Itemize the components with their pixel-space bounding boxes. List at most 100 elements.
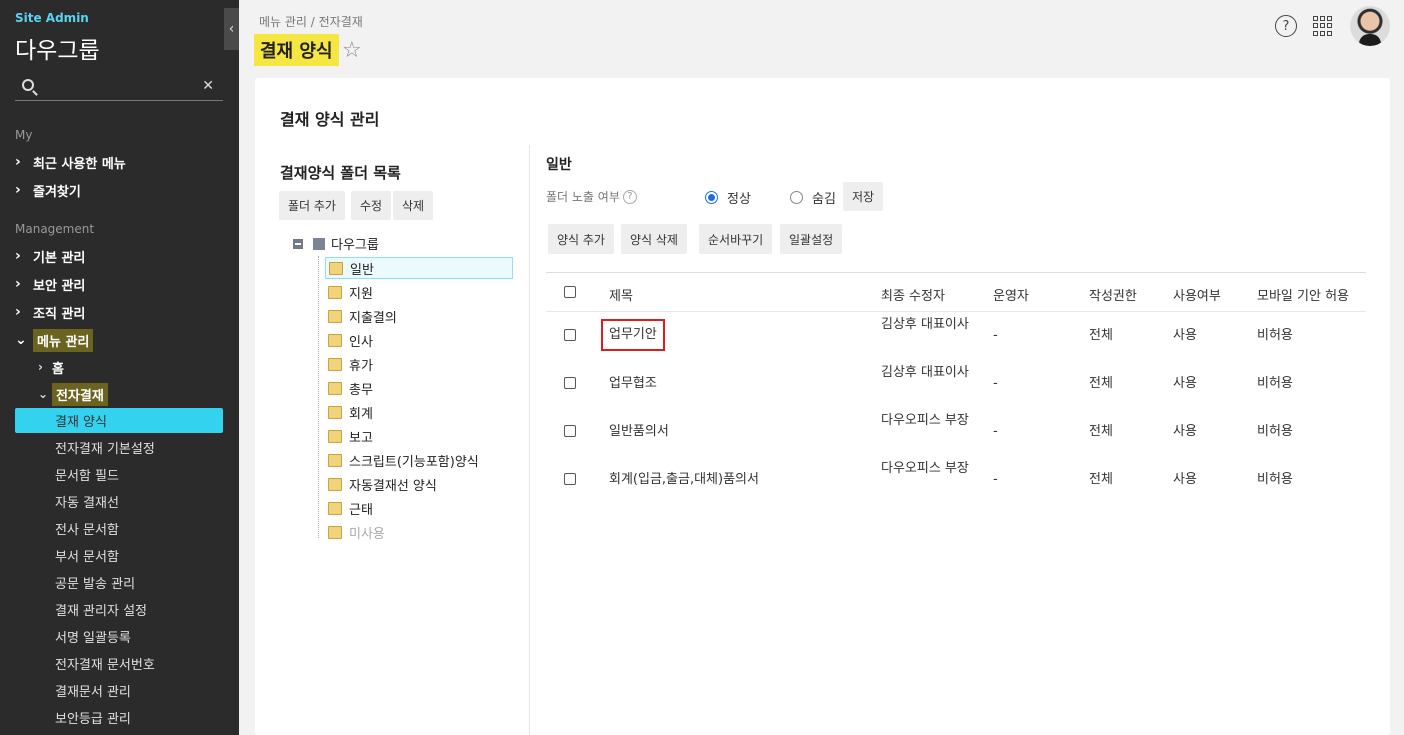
sidebar-item-security[interactable]: › 보안 관리 (15, 272, 85, 296)
delete-form-button[interactable]: 양식 삭제 (621, 224, 687, 254)
sidebar-leaf-approval-form[interactable]: 결재 양식 (15, 408, 223, 433)
sidebar-item-favorites[interactable]: › 즐겨찾기 (15, 178, 81, 202)
row-checkbox[interactable] (564, 473, 576, 485)
sidebar-item-label: 메뉴 관리 (33, 328, 94, 352)
tree-node[interactable]: 지출결의 (325, 305, 397, 327)
avatar[interactable] (1350, 6, 1390, 46)
tree-node[interactable]: 근태 (325, 497, 373, 519)
org-name: 다우그룹 (15, 38, 100, 64)
sidebar-item-label: 전자결재 (52, 382, 108, 406)
header-separator (546, 311, 1366, 312)
reorder-button[interactable]: 순서바꾸기 (699, 224, 773, 254)
table-cell-use: 사용 (1173, 472, 1197, 487)
sidebar-leaf[interactable]: 전사 문서함 (15, 516, 223, 541)
tree-node[interactable]: 스크립트(기능포함)양식 (325, 449, 479, 471)
table-cell-operator: - (993, 472, 998, 487)
sidebar-leaf[interactable]: 서명 일괄등록 (15, 624, 223, 649)
sidebar-subitem-approval[interactable]: ⌄ 전자결재 (38, 382, 108, 406)
chevron-down-icon: ⌄ (15, 332, 27, 348)
column-header[interactable]: 작성권한 (1089, 285, 1137, 304)
folder-icon (328, 333, 342, 347)
save-button[interactable]: 저장 (843, 182, 884, 211)
chevron-down-icon: ⌄ (38, 387, 49, 401)
sidebar-item-org[interactable]: › 조직 관리 (15, 300, 85, 324)
tree-node[interactable]: 자동결재선 양식 (325, 473, 437, 495)
edit-folder-button[interactable]: 수정 (351, 191, 392, 220)
row-checkbox[interactable] (564, 425, 576, 437)
table-cell-title[interactable]: 회계(입금,출금,대체)품의서 (609, 469, 759, 491)
form-title-link[interactable]: 업무기안 (601, 319, 665, 351)
tree-node-label: 휴가 (349, 358, 373, 374)
row-checkbox[interactable] (564, 377, 576, 389)
sidebar-subitem-home[interactable]: › 홈 (38, 356, 64, 378)
select-all-checkbox[interactable] (564, 286, 576, 298)
radio-hidden[interactable]: 숨김 (790, 188, 836, 207)
star-icon[interactable]: ☆ (342, 38, 362, 63)
folder-icon (328, 285, 342, 299)
folder-icon (329, 261, 343, 275)
folder-icon (328, 357, 342, 371)
tree-node-disabled[interactable]: 미사용 (325, 521, 385, 543)
chevron-left-icon: ‹ (228, 21, 235, 37)
table-cell-permission: 전체 (1089, 376, 1113, 391)
help-icon[interactable]: ? (1275, 15, 1297, 37)
tree-node[interactable]: 인사 (325, 329, 373, 351)
sidebar-leaf[interactable]: 전자결재 문서번호 (15, 651, 223, 676)
tree-node-label: 보고 (349, 430, 373, 446)
section-label-my: My (15, 128, 33, 142)
sidebar-leaf[interactable]: 결재 관리자 설정 (15, 597, 223, 622)
folder-icon (328, 477, 342, 491)
help-icon[interactable]: ? (622, 189, 637, 204)
table-cell-permission: 전체 (1089, 328, 1113, 343)
sidebar-leaf[interactable]: 문서함 필드 (15, 462, 223, 487)
table-cell-operator: - (993, 328, 998, 343)
add-form-button[interactable]: 양식 추가 (548, 224, 614, 254)
sidebar-item-label: 즐겨찾기 (33, 184, 81, 200)
row-checkbox[interactable] (564, 329, 576, 341)
table-cell-title[interactable]: 일반품의서 (609, 421, 669, 443)
sidebar-leaf[interactable]: 공문 발송 관리 (15, 570, 223, 595)
folder-icon (328, 405, 342, 419)
bulk-settings-button[interactable]: 일괄설정 (780, 224, 843, 254)
folder-icon (328, 453, 342, 467)
panel-title: 결재 양식 관리 (280, 110, 380, 129)
add-folder-button[interactable]: 폴더 추가 (279, 191, 345, 220)
tree-node[interactable]: 지원 (325, 281, 373, 303)
column-header[interactable]: 운영자 (993, 285, 1029, 304)
apps-grid-icon[interactable] (1313, 16, 1333, 36)
table-top-border (546, 272, 1366, 273)
column-header[interactable]: 제목 (609, 285, 633, 304)
sidebar-leaf[interactable]: 전자결재 기본설정 (15, 435, 223, 460)
collapse-icon[interactable] (293, 238, 303, 249)
column-header[interactable]: 최종 수정자 (881, 285, 945, 304)
page-title: 결재 양식 (254, 34, 339, 66)
tree-node-selected[interactable]: 일반 (325, 257, 513, 279)
sidebar-item-recent[interactable]: › 최근 사용한 메뉴 (15, 150, 126, 174)
column-header[interactable]: 사용여부 (1173, 285, 1221, 304)
tree-node[interactable]: 총무 (325, 377, 373, 399)
table-cell-use: 사용 (1173, 328, 1197, 343)
close-icon[interactable]: ✕ (202, 78, 214, 94)
sidebar-item-basic[interactable]: › 기본 관리 (15, 244, 85, 268)
sidebar-leaf[interactable]: 보안등급 관리 (15, 705, 223, 730)
sidebar-item-label: 조직 관리 (33, 306, 86, 322)
tree-root-label: 다우그룹 (331, 238, 379, 253)
tree-node[interactable]: 휴가 (325, 353, 373, 375)
sidebar-leaf[interactable]: 부서 문서함 (15, 543, 223, 568)
sidebar-leaf[interactable]: 결재문서 관리 (15, 678, 223, 703)
tree-node-label: 미사용 (349, 526, 385, 542)
sidebar-leaf[interactable]: 자동 결재선 (15, 489, 223, 514)
tree-node[interactable]: 보고 (325, 425, 373, 447)
delete-folder-button[interactable]: 삭제 (393, 191, 434, 220)
sidebar-item-label: 최근 사용한 메뉴 (33, 156, 126, 172)
table-cell-title[interactable]: 업무협조 (609, 373, 657, 395)
tree-node-label: 지출결의 (349, 310, 397, 326)
tree-node[interactable]: 회계 (325, 401, 373, 423)
sidebar-collapse-button[interactable]: ‹ (224, 8, 239, 50)
tree-root[interactable]: 다우그룹 (293, 234, 379, 253)
sidebar-item-menu[interactable]: ⌄ 메뉴 관리 (15, 328, 94, 352)
sidebar-search-input[interactable]: ✕ (15, 74, 223, 101)
folder-icon (328, 381, 342, 395)
radio-normal[interactable]: 정상 (705, 188, 751, 207)
column-header[interactable]: 모바일 기안 허용 (1257, 285, 1349, 304)
